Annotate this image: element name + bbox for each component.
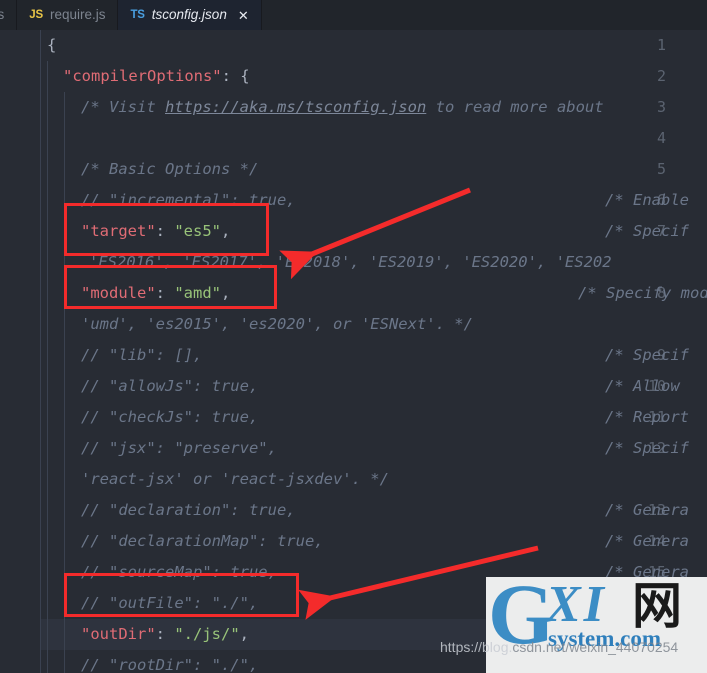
code-token-cmt: // "lib": [], (81, 346, 203, 364)
inline-comment: /* Specif (605, 346, 689, 364)
code-token-cmt: // "declarationMap": true, (81, 532, 324, 550)
code-token-key: "compilerOptions" (63, 67, 222, 85)
code-token-cmt: // "checkJs": true, (81, 408, 259, 426)
tab-bar-empty-space (261, 0, 707, 30)
tab-tsconfig-json[interactable]: TS tsconfig.json ✕ (118, 0, 262, 30)
tab-main-ts[interactable]: ain.ts (0, 0, 18, 30)
code-line[interactable]: /* Basic Options */ (41, 154, 707, 185)
code-token-punct: , (221, 284, 231, 302)
code-token-str: "amd" (174, 284, 221, 302)
code-token-punct: : { (221, 67, 250, 85)
code-token-cmt: 'react-jsx' or 'react-jsxdev'. */ (81, 470, 389, 488)
tab-label: ain.ts (0, 7, 5, 22)
watermark-blog-url: https://blog.csdn.net/weixin_44070254 (440, 639, 678, 655)
code-token-cmt: /* Basic Options */ (81, 160, 259, 178)
code-token-cmt: // "outFile": "./", (81, 594, 259, 612)
js-file-icon: JS (29, 9, 43, 21)
code-token-brace: { (47, 36, 57, 54)
code-token-key: "target" (81, 222, 156, 240)
ts-file-icon: TS (130, 9, 145, 21)
code-token-key: "outDir" (81, 625, 156, 643)
code-token-cmt: 'umd', 'es2015', 'es2020', or 'ESNext'. … (81, 315, 473, 333)
code-line[interactable]: 'umd', 'es2015', 'es2020', or 'ESNext'. … (41, 309, 707, 340)
inline-comment: /* Report (605, 408, 689, 426)
code-token-punct: : (155, 284, 175, 302)
code-token-cmt: // "rootDir": "./", (81, 656, 259, 673)
code-token-punct: , (239, 625, 249, 643)
code-line[interactable]: 'react-jsx' or 'react-jsxdev'. */ (41, 464, 707, 495)
vscode-editor-window: ain.ts JS require.js TS tsconfig.json ✕ … (0, 0, 707, 673)
watermark-cjk-char: 网 (632, 577, 682, 635)
tab-label: require.js (49, 7, 106, 22)
code-token-cmt: // "incremental": true, (81, 191, 296, 209)
watermark-logo: G XI 网 system.com (486, 577, 707, 673)
code-line[interactable]: "compilerOptions": { (41, 61, 707, 92)
tab-require-js[interactable]: JS require.js (17, 0, 119, 30)
code-line[interactable]: { (41, 30, 707, 61)
code-token-punct: : (155, 625, 175, 643)
editor-tab-bar: ain.ts JS require.js TS tsconfig.json ✕ (0, 0, 707, 30)
code-token-str: "es5" (174, 222, 221, 240)
tab-label: tsconfig.json (151, 7, 227, 22)
url-prefix: https://blog. (440, 639, 513, 655)
code-token-punct: : (155, 222, 175, 240)
inline-comment: /* Genera (605, 501, 689, 519)
watermark-letters-xi: XI (546, 577, 607, 633)
code-line[interactable]: /* Visit https://aka.ms/tsconfig.json to… (41, 92, 707, 123)
code-line[interactable]: 'ES2016', 'ES2017', 'ES2018', 'ES2019', … (41, 247, 707, 278)
inline-comment: /* Enable (605, 191, 689, 209)
code-token-cmt: /* Visit (81, 98, 165, 116)
code-token-key: "module" (81, 284, 156, 302)
code-token-cmt: // "jsx": "preserve", (81, 439, 277, 457)
code-token-cmt: 'ES2016', 'ES2017', 'ES2018', 'ES2019', … (89, 253, 612, 271)
code-token-cmt: // "allowJs": true, (81, 377, 259, 395)
code-token-cmt: // "declaration": true, (81, 501, 296, 519)
code-token-punct: , (221, 222, 231, 240)
inline-comment: /* Allow (605, 377, 680, 395)
code-line[interactable] (41, 123, 707, 154)
url-suffix: csdn.net/weixin_44070254 (512, 639, 679, 655)
inline-comment: /* Specif (605, 439, 689, 457)
inline-comment: /* Specify mod (578, 284, 707, 302)
code-token-str: "./js/" (174, 625, 240, 643)
code-token-cmt: to read more about (426, 98, 604, 116)
code-token-link[interactable]: https://aka.ms/tsconfig.json (165, 98, 426, 116)
inline-comment: /* Genera (605, 532, 689, 550)
line-number-gutter (0, 30, 40, 673)
code-token-cmt: // "sourceMap": true, (81, 563, 277, 581)
close-icon[interactable]: ✕ (238, 9, 249, 22)
inline-comment: /* Specif (605, 222, 689, 240)
